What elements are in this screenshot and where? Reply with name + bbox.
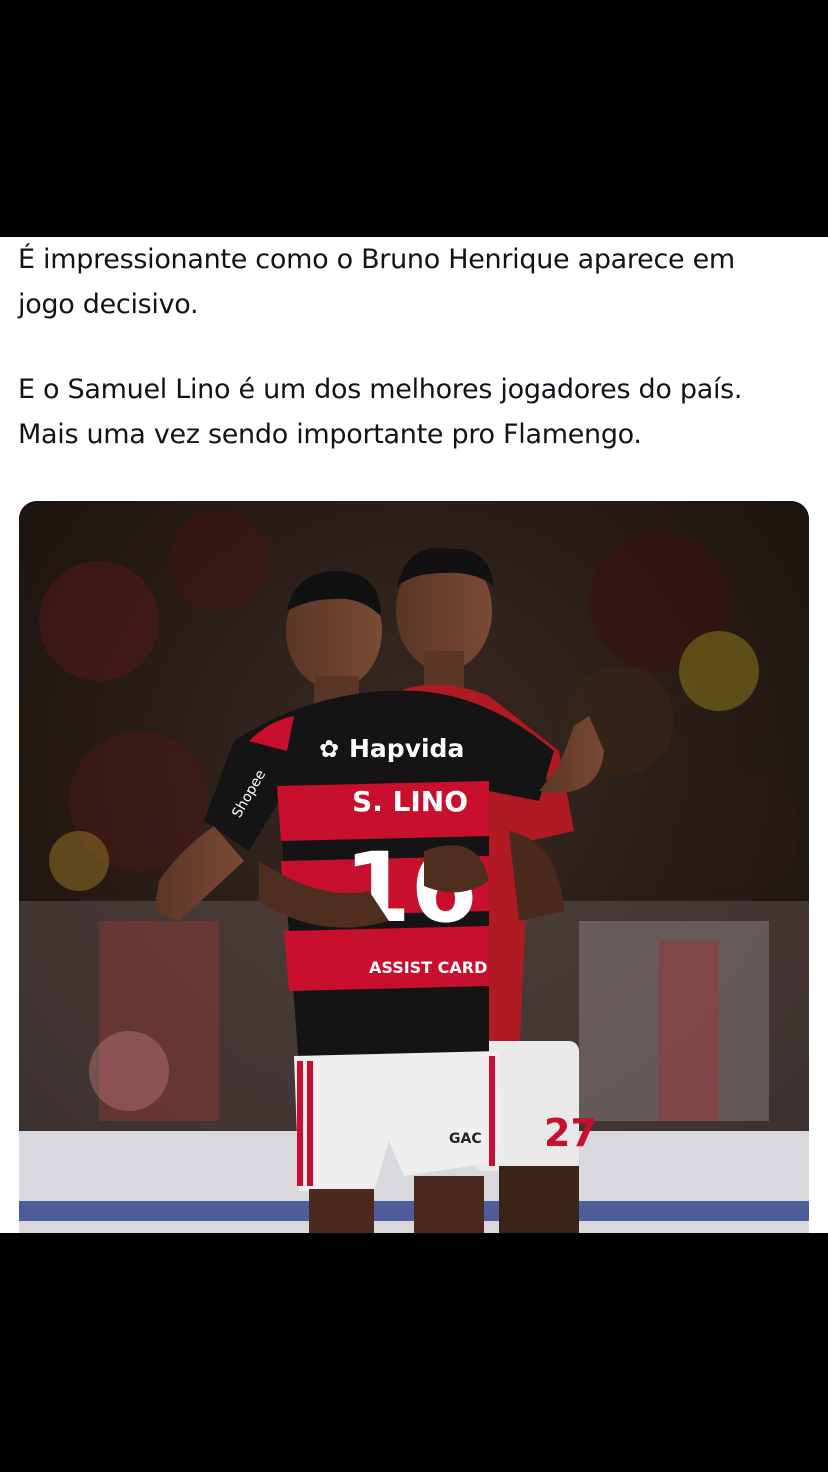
other-number: 27 (544, 1111, 597, 1155)
tweet-line-3: E o Samuel Lino é um dos melhores jogado… (18, 374, 743, 405)
shorts-brand: GAC (449, 1131, 482, 1147)
top-black-bar (0, 0, 828, 237)
player-name: S. LINO (352, 785, 468, 818)
tweet-text: É impressionante como o Bruno Henrique a… (18, 237, 818, 457)
tweet-line-2: jogo decisivo. (18, 289, 199, 320)
tweet-line-4: Mais uma vez sendo importante pro Flamen… (18, 419, 642, 450)
football-players-hug-photo: 27 Hapvida ✿ S. LINO 16 ASSIST CARD Shop… (19, 501, 809, 1233)
tweet-line-1: É impressionante como o Bruno Henrique a… (18, 244, 735, 275)
tweet-card: É impressionante como o Bruno Henrique a… (0, 237, 828, 1233)
lower-sponsor: ASSIST CARD (369, 958, 487, 977)
sponsor-flower-icon: ✿ (319, 735, 339, 763)
tweet-photo[interactable]: 27 Hapvida ✿ S. LINO 16 ASSIST CARD Shop… (19, 501, 809, 1233)
jersey-sponsor: Hapvida (349, 734, 464, 763)
bottom-black-bar (0, 1233, 828, 1472)
